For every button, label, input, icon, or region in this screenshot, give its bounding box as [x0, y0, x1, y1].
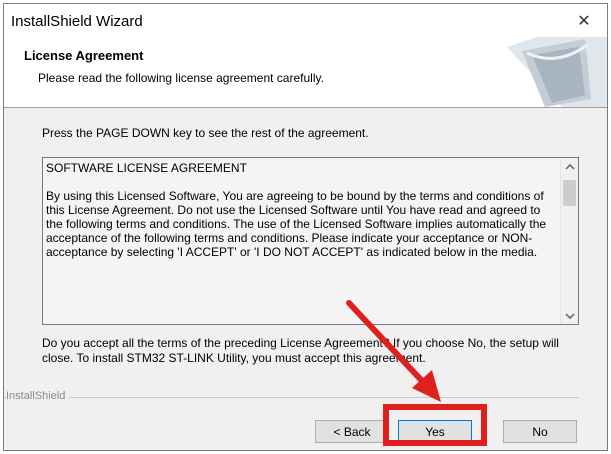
- scroll-down-button[interactable]: [561, 307, 578, 324]
- page-title: License Agreement: [24, 48, 144, 63]
- wizard-header: License Agreement Please read the follow…: [4, 37, 607, 108]
- title-bar: InstallShield Wizard ✕: [4, 4, 607, 37]
- scroll-up-button[interactable]: [561, 158, 578, 175]
- license-scrollbar[interactable]: [560, 158, 578, 324]
- license-textbox[interactable]: SOFTWARE LICENSE AGREEMENT By using this…: [42, 157, 579, 325]
- accept-question: Do you accept all the terms of the prece…: [42, 336, 559, 365]
- close-button[interactable]: ✕: [561, 4, 607, 37]
- close-icon: ✕: [577, 12, 591, 30]
- no-button[interactable]: No: [503, 420, 577, 443]
- installshield-window: InstallShield Wizard ✕ License Agreement…: [3, 3, 608, 451]
- window-title: InstallShield Wizard: [11, 13, 143, 30]
- header-graphic: [507, 37, 607, 107]
- installshield-brand-line: InstallShield: [4, 390, 579, 404]
- chevron-up-icon: [564, 163, 575, 170]
- license-text: SOFTWARE LICENSE AGREEMENT By using this…: [46, 161, 547, 259]
- yes-button-highlight: [383, 404, 487, 446]
- chevron-down-icon: [564, 312, 575, 319]
- scroll-thumb[interactable]: [563, 180, 576, 206]
- back-button[interactable]: < Back: [315, 420, 389, 443]
- page-subtitle: Please read the following license agreem…: [38, 71, 324, 85]
- divider: [4, 397, 579, 398]
- installshield-label: InstallShield: [6, 390, 70, 402]
- page-down-instruction: Press the PAGE DOWN key to see the rest …: [42, 126, 369, 140]
